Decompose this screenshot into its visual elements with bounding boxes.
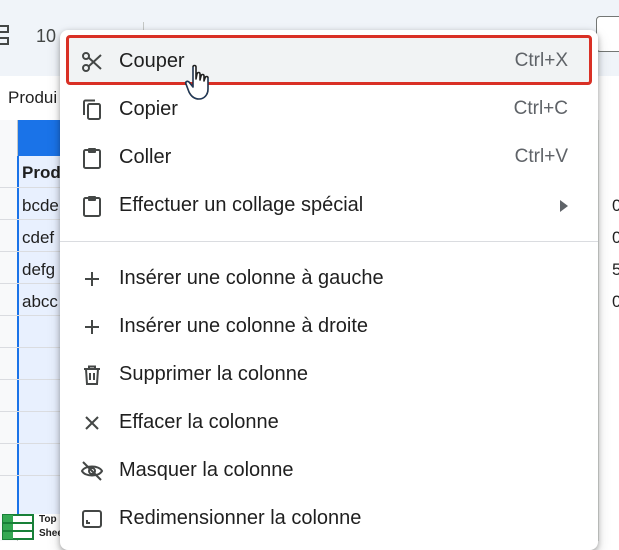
menu-item-label: Insérer une colonne à droite [119, 315, 369, 337]
table-cell[interactable]: bcde [22, 196, 59, 216]
menu-item-label: Couper [119, 50, 185, 72]
row-divider [0, 219, 64, 220]
menu-item-label: Masquer la colonne [119, 459, 294, 481]
table-cell[interactable]: 5 [612, 260, 619, 280]
scissors-icon [82, 52, 102, 72]
table-cell[interactable]: abcc [22, 292, 58, 312]
row-divider [0, 187, 64, 188]
menu-item-shortcut: Ctrl+V [514, 146, 568, 167]
submenu-arrow-icon [560, 200, 568, 212]
menu-item-shortcut: Ctrl+X [514, 50, 568, 71]
menu-item-label: Supprimer la colonne [119, 363, 308, 385]
row-headers [0, 120, 18, 541]
table-cell[interactable]: 0 [612, 292, 619, 312]
paste-special-icon [83, 196, 101, 217]
menu-item-label: Effectuer un collage spécial [119, 194, 364, 216]
table-cell[interactable]: 0 [612, 196, 619, 216]
name-box[interactable]: Produi [8, 88, 57, 108]
context-menu: Couper Ctrl+X Copier Ctrl+C Coller Ctrl+… [60, 30, 598, 550]
copy-icon [83, 99, 101, 120]
menu-item-resize-column[interactable]: Redimensionner la colonne [60, 495, 598, 543]
table-cell[interactable]: defg [22, 260, 55, 280]
column-header-selected[interactable] [18, 120, 64, 156]
menu-divider [60, 241, 598, 242]
menu-item-label: Coller [119, 146, 172, 168]
row-divider [0, 443, 64, 444]
menu-item-hide-column[interactable]: Masquer la colonne [60, 447, 598, 495]
hand-cursor-icon [184, 64, 209, 100]
table-cell[interactable]: cdef [22, 228, 54, 248]
menu-item-cut[interactable]: Couper Ctrl+X [60, 38, 598, 86]
menu-item-delete-column[interactable]: Supprimer la colonne [60, 351, 598, 399]
row-divider [0, 475, 64, 476]
zoom-select[interactable]: 10 [36, 26, 56, 47]
menu-item-label: Copier [119, 98, 178, 120]
table-cell[interactable]: Prod [22, 163, 61, 183]
row-divider [0, 347, 64, 348]
close-icon [85, 416, 99, 430]
trash-icon [84, 365, 100, 385]
row-divider [0, 251, 64, 252]
table-cell[interactable]: 0 [612, 228, 619, 248]
toolbar-button[interactable] [596, 16, 619, 52]
eye-off-icon [80, 461, 104, 481]
menu-item-paste[interactable]: Coller Ctrl+V [60, 134, 598, 182]
paste-icon [83, 148, 101, 169]
menu-item-insert-column-left[interactable]: Insérer une colonne à gauche [60, 255, 598, 303]
menu-item-insert-column-right[interactable]: Insérer une colonne à droite [60, 303, 598, 351]
format-icon[interactable] [0, 24, 14, 50]
row-divider [0, 283, 64, 284]
sheets-logo-icon [2, 514, 34, 540]
menu-item-paste-special[interactable]: Effectuer un collage spécial [60, 182, 598, 230]
menu-item-shortcut: Ctrl+C [513, 98, 568, 119]
menu-item-label: Effacer la colonne [119, 411, 279, 433]
menu-item-copy[interactable]: Copier Ctrl+C [60, 86, 598, 134]
menu-item-label: Insérer une colonne à gauche [119, 267, 384, 289]
menu-item-label: Redimensionner la colonne [119, 507, 362, 529]
logo-text: Top [39, 514, 57, 525]
plus-icon [85, 272, 99, 286]
resize-icon [82, 510, 102, 528]
menu-item-clear-column[interactable]: Effacer la colonne [60, 399, 598, 447]
row-divider [0, 411, 64, 412]
row-divider [0, 379, 64, 380]
adjacent-column [598, 120, 619, 541]
row-divider [0, 315, 64, 316]
plus-icon [85, 320, 99, 334]
